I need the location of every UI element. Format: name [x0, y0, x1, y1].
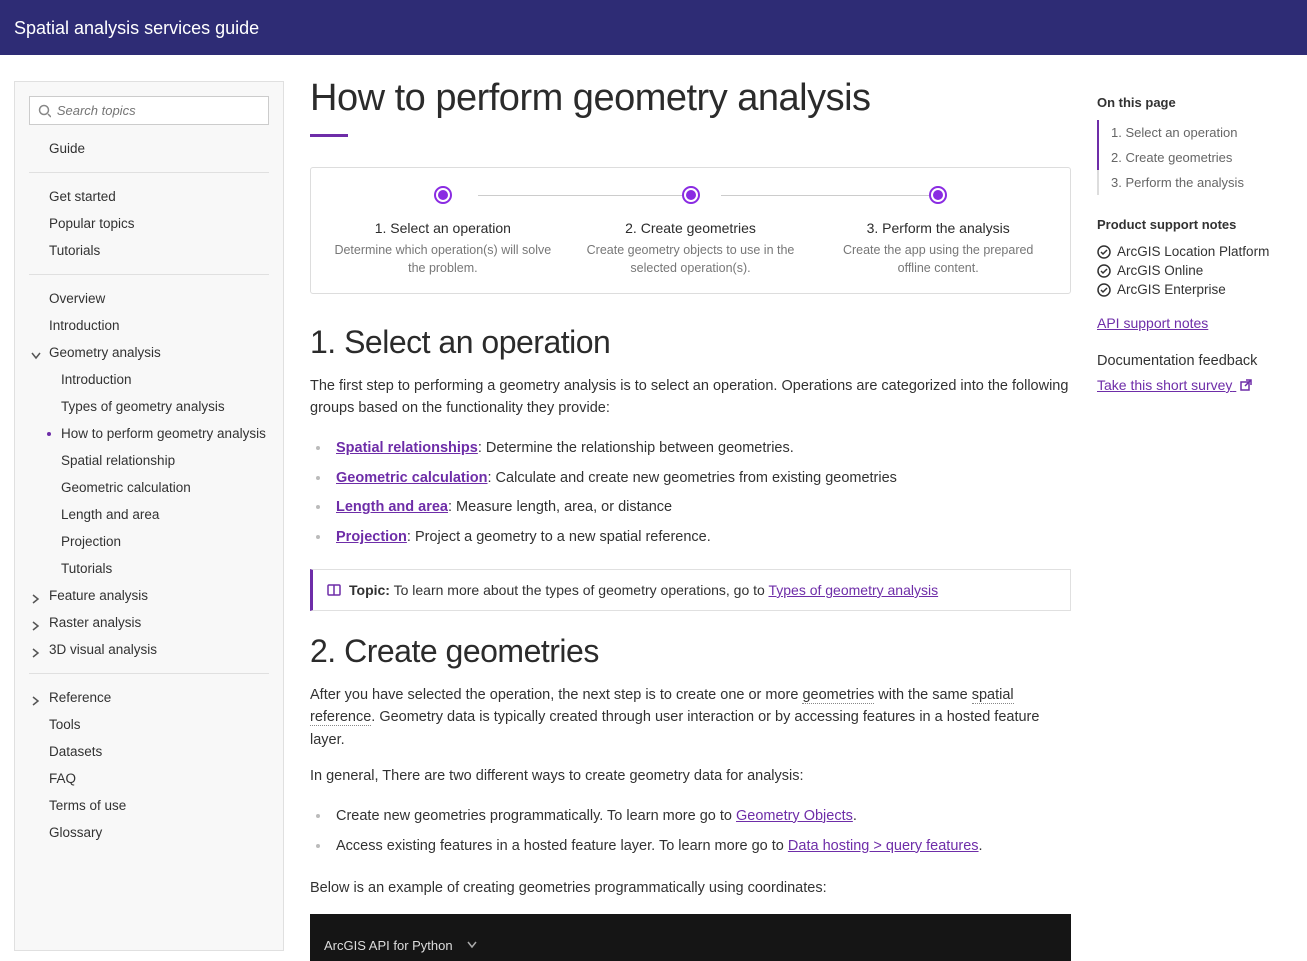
- nav-3d-visual-analysis[interactable]: 3D visual analysis: [29, 636, 269, 663]
- check-circle-icon: [1097, 245, 1111, 259]
- step-1: 1. Select an operation Determine which o…: [319, 186, 567, 277]
- chevron-down-icon: [31, 349, 39, 357]
- support-item: ArcGIS Enterprise: [1097, 280, 1293, 299]
- support-item: ArcGIS Location Platform: [1097, 242, 1293, 261]
- operation-link[interactable]: Spatial relationships: [336, 440, 478, 456]
- sidebar-item[interactable]: Reference: [29, 684, 269, 711]
- section-2-heading: 2. Create geometries: [310, 633, 1071, 670]
- site-header: Spatial analysis services guide: [0, 2, 1307, 55]
- inline-link[interactable]: Geometry Objects: [736, 808, 853, 824]
- chevron-right-icon: [31, 619, 39, 627]
- main-content: How to perform geometry analysis 1. Sele…: [284, 55, 1097, 961]
- operation-link[interactable]: Geometric calculation: [336, 470, 488, 486]
- section-1-intro: The first step to performing a geometry …: [310, 375, 1071, 420]
- product-support-heading: Product support notes: [1097, 217, 1293, 232]
- sidebar-sub-item[interactable]: Length and area: [41, 501, 269, 528]
- site-title: Spatial analysis services guide: [14, 18, 259, 38]
- operation-link[interactable]: Length and area: [336, 499, 448, 515]
- term-geometries[interactable]: geometries: [802, 687, 874, 704]
- sidebar-item[interactable]: Popular topics: [29, 210, 269, 237]
- sidebar-sub-item[interactable]: Projection: [41, 528, 269, 555]
- sidebar-item[interactable]: Get started: [29, 183, 269, 210]
- section-2-p2: In general, There are two different ways…: [310, 765, 1071, 787]
- sidebar-sub-item[interactable]: Introduction: [41, 366, 269, 393]
- divider: [29, 673, 269, 674]
- sidebar-sub-item[interactable]: Tutorials: [41, 555, 269, 582]
- step-3: 3. Perform the analysis Create the app u…: [814, 186, 1062, 277]
- page-title: How to perform geometry analysis: [310, 77, 1071, 120]
- section-2-p3: Below is an example of creating geometri…: [310, 877, 1071, 899]
- section-2-p1: After you have selected the operation, t…: [310, 684, 1071, 751]
- chevron-right-icon: [31, 646, 39, 654]
- sidebar-item[interactable]: Datasets: [29, 738, 269, 765]
- section-1-heading: 1. Select an operation: [310, 324, 1071, 361]
- search-input[interactable]: [57, 103, 260, 118]
- divider: [29, 172, 269, 173]
- topic-callout: Topic: To learn more about the types of …: [310, 569, 1071, 611]
- sidebar-item[interactable]: Tutorials: [29, 237, 269, 264]
- feedback-heading: Documentation feedback: [1097, 353, 1293, 369]
- divider: [29, 274, 269, 275]
- operation-link[interactable]: Projection: [336, 529, 407, 545]
- toc-item[interactable]: 2. Create geometries: [1097, 145, 1293, 170]
- nav-feature-analysis[interactable]: Feature analysis: [29, 582, 269, 609]
- sidebar-item[interactable]: Terms of use: [29, 792, 269, 819]
- chevron-right-icon: [31, 592, 39, 600]
- step-dot-icon: [929, 186, 947, 204]
- toc-item[interactable]: 1. Select an operation: [1097, 120, 1293, 145]
- operation-bullet: Projection: Project a geometry to a new …: [330, 523, 1071, 553]
- chevron-right-icon: [31, 694, 39, 702]
- sidebar-sub-item[interactable]: Spatial relationship: [41, 447, 269, 474]
- toc-item[interactable]: 3. Perform the analysis: [1099, 170, 1293, 195]
- method-bullet: Create new geometries programmatically. …: [330, 802, 1071, 832]
- inline-link[interactable]: Data hosting > query features: [788, 838, 979, 854]
- sidebar-sub-item[interactable]: Types of geometry analysis: [41, 393, 269, 420]
- nav-introduction[interactable]: Introduction: [29, 312, 269, 339]
- external-link-icon: [1240, 379, 1252, 391]
- operation-bullet: Geometric calculation: Calculate and cre…: [330, 464, 1071, 494]
- sidebar-item[interactable]: Glossary: [29, 819, 269, 846]
- check-circle-icon: [1097, 283, 1111, 297]
- sidebar-item[interactable]: Tools: [29, 711, 269, 738]
- steps-overview: 1. Select an operation Determine which o…: [310, 167, 1071, 294]
- code-language-tab[interactable]: ArcGIS API for Python: [310, 930, 491, 961]
- code-tab-bar: ArcGIS API for Python: [310, 914, 1071, 961]
- sidebar: Guide Get startedPopular topicsTutorials…: [14, 81, 284, 951]
- right-rail: On this page 1. Select an operation2. Cr…: [1097, 55, 1307, 961]
- on-this-page-heading: On this page: [1097, 95, 1293, 110]
- step-dot-icon: [434, 186, 452, 204]
- operation-bullet: Length and area: Measure length, area, o…: [330, 493, 1071, 523]
- operation-bullet: Spatial relationships: Determine the rel…: [330, 434, 1071, 464]
- sidebar-item[interactable]: FAQ: [29, 765, 269, 792]
- check-circle-icon: [1097, 264, 1111, 278]
- search-input-wrap[interactable]: [29, 96, 269, 125]
- sidebar-sub-item[interactable]: Geometric calculation: [41, 474, 269, 501]
- search-icon: [38, 104, 51, 118]
- step-2: 2. Create geometries Create geometry obj…: [567, 186, 815, 277]
- title-underline: [310, 134, 348, 137]
- callout-link[interactable]: Types of geometry analysis: [768, 582, 938, 598]
- method-bullet: Access existing features in a hosted fea…: [330, 832, 1071, 862]
- feedback-survey-link[interactable]: Take this short survey: [1097, 377, 1252, 393]
- nav-overview[interactable]: Overview: [29, 285, 269, 312]
- chevron-down-icon: [467, 940, 477, 950]
- nav-raster-analysis[interactable]: Raster analysis: [29, 609, 269, 636]
- support-item: ArcGIS Online: [1097, 261, 1293, 280]
- step-dot-icon: [682, 186, 700, 204]
- nav-geometry-analysis[interactable]: Geometry analysis: [29, 339, 269, 366]
- api-support-link[interactable]: API support notes: [1097, 315, 1208, 331]
- nav-guide[interactable]: Guide: [29, 135, 269, 162]
- sidebar-sub-item[interactable]: How to perform geometry analysis: [41, 420, 269, 447]
- book-icon: [327, 583, 341, 597]
